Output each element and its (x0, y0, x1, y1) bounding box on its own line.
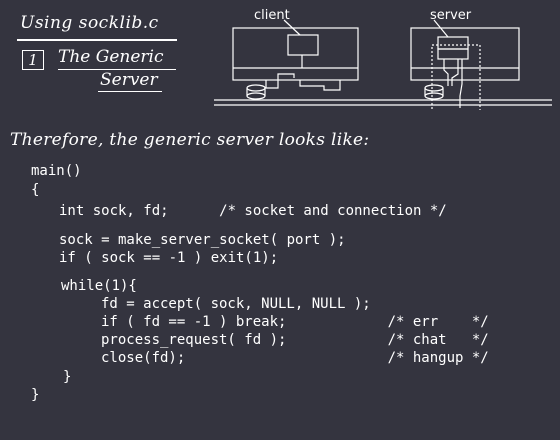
server-disk-top (424, 84, 444, 92)
code-line: sock = make_server_socket( port ); (59, 232, 346, 248)
client-machine-box (232, 27, 359, 81)
client-line-out (299, 80, 341, 91)
server-label: server (430, 8, 472, 23)
section-number-box: 1 (22, 50, 44, 70)
server-link-b (451, 59, 459, 86)
code-line: fd = accept( sock, NULL, NULL ); (101, 296, 371, 312)
server-disk-bottom (424, 92, 444, 100)
slide-title: Using socklib.c (20, 13, 159, 33)
client-process-box (287, 34, 319, 56)
section-title-line1: The Generic (58, 47, 164, 67)
code-line: } (63, 369, 72, 385)
server-link-a (443, 59, 449, 86)
client-disk-bottom (246, 92, 266, 100)
server-process-bottom (437, 48, 469, 60)
client-label: client (254, 8, 290, 23)
client-cable (265, 73, 295, 89)
intro-text: Therefore, the generic server looks like… (10, 130, 370, 150)
server-link-c (459, 59, 463, 108)
server-machine-box (410, 27, 520, 81)
code-line: process_request( fd ); /* chat */ (101, 332, 489, 348)
code-line: int sock, fd; /* socket and connection *… (59, 203, 447, 219)
code-line: } (31, 387, 40, 403)
code-line: while(1){ (61, 278, 137, 294)
code-line: if ( fd == -1 ) break; /* err */ (101, 314, 489, 330)
section-title-line2: Server (100, 70, 158, 90)
server-process-top (437, 36, 469, 50)
client-server-diagram: client server (214, 8, 552, 110)
title-rule (17, 39, 177, 41)
code-line: if ( sock == -1 ) exit(1); (59, 250, 279, 266)
code-line: { (31, 182, 40, 198)
client-disk-top (246, 84, 266, 92)
section-title-underline2 (98, 91, 162, 92)
code-line: main() (31, 163, 82, 179)
code-line: close(fd); /* hangup */ (101, 350, 489, 366)
